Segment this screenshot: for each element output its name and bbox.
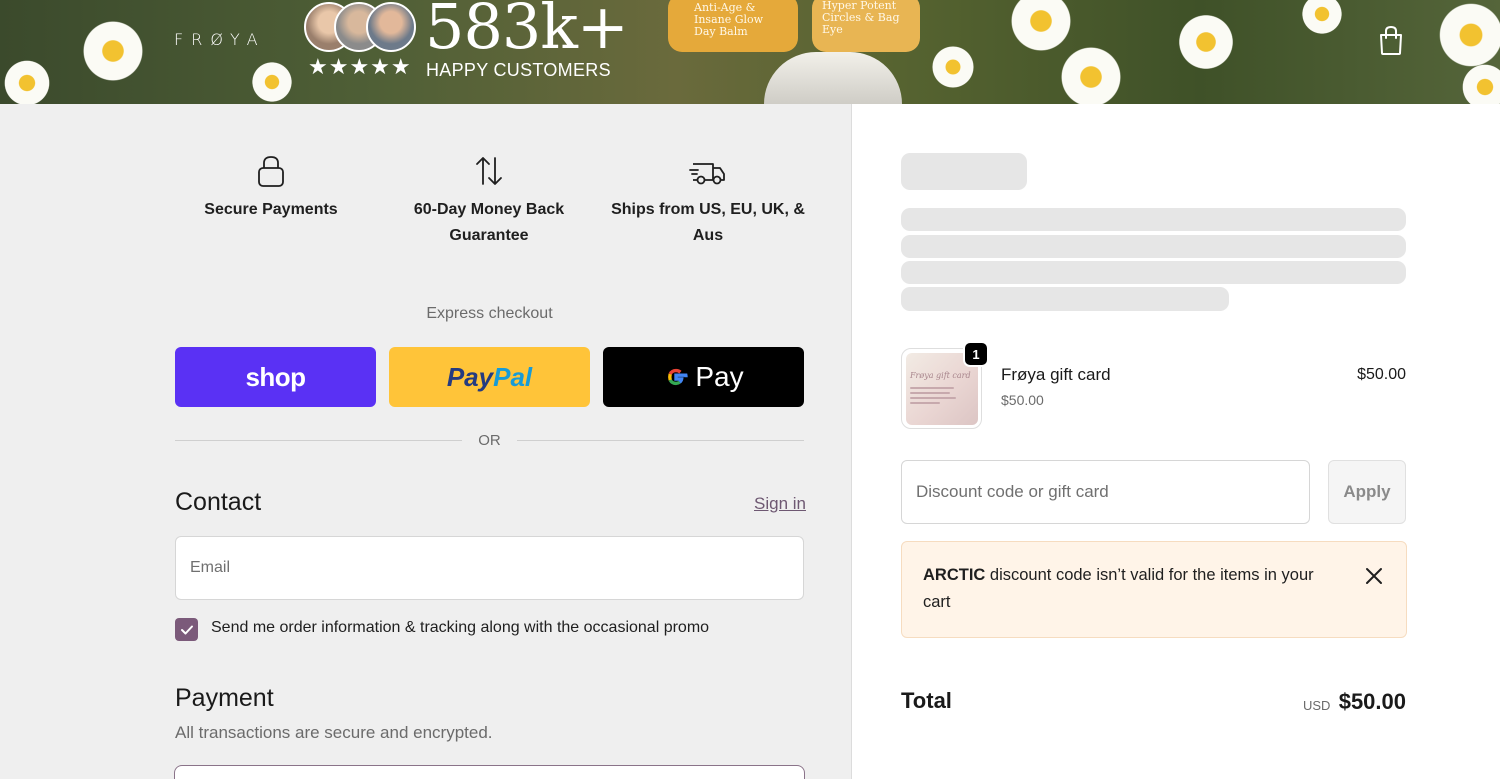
marketing-checkbox[interactable] xyxy=(175,618,198,641)
delivery-truck-icon xyxy=(689,163,725,185)
daisy-decoration xyxy=(1058,44,1124,104)
express-checkout-title: Express checkout xyxy=(426,305,553,322)
daisy-decoration xyxy=(1176,12,1236,72)
customer-count: 583k+ xyxy=(425,0,629,63)
discount-code-input[interactable] xyxy=(901,460,1310,524)
sign-in-link[interactable]: Sign in xyxy=(754,494,806,514)
paypal-button[interactable]: PayPal xyxy=(389,347,590,407)
paypal-label: PayPal xyxy=(446,361,533,392)
shop-pay-label: shop xyxy=(245,361,306,392)
feature-shipping: Ships from US, EU, UK, & Aus xyxy=(603,154,813,249)
daisy-decoration xyxy=(1300,0,1344,36)
or-label: OR xyxy=(478,432,501,449)
shopping-bag-icon[interactable] xyxy=(1376,24,1406,56)
loading-skeleton xyxy=(901,287,1229,311)
marketing-checkbox-label: Send me order information & tracking alo… xyxy=(211,619,710,636)
payment-method-box[interactable] xyxy=(174,765,805,779)
brand-logo[interactable]: FRØYA xyxy=(174,30,266,49)
loading-skeleton xyxy=(901,261,1406,284)
loading-skeleton xyxy=(901,208,1406,231)
shop-pay-button[interactable]: shop xyxy=(175,347,376,407)
product-jar-lid-image xyxy=(764,52,902,104)
daisy-decoration xyxy=(930,44,976,90)
feature-money-back: 60-Day Money Back Guarantee xyxy=(384,154,594,249)
payment-title: Payment xyxy=(175,684,274,712)
daisy-decoration xyxy=(250,60,294,104)
google-g-icon xyxy=(668,368,689,386)
daisy-decoration xyxy=(2,58,52,104)
contact-title: Contact xyxy=(175,488,262,516)
or-divider: OR xyxy=(175,430,804,450)
header-banner: Anti-Age & Insane Glow Day Balm Hyper Po… xyxy=(0,0,1500,104)
loading-skeleton xyxy=(901,235,1406,258)
close-icon[interactable] xyxy=(1362,564,1386,588)
daisy-decoration xyxy=(1008,0,1074,54)
feature-label: Ships from US, EU, UK, & Aus xyxy=(611,201,805,244)
daisy-decoration xyxy=(1436,0,1500,70)
order-summary: Frøya gift card 1 Frøya gift card $50.00… xyxy=(853,104,1500,779)
apply-button[interactable]: Apply xyxy=(1328,460,1406,524)
loading-skeleton xyxy=(901,153,1027,190)
quantity-badge: 1 xyxy=(963,341,989,367)
google-pay-label: Pay xyxy=(695,361,744,392)
alert-message: ARCTIC discount code isn’t valid for the… xyxy=(923,562,1333,616)
customer-avatars xyxy=(304,2,424,54)
payment-subtitle: All transactions are secure and encrypte… xyxy=(175,723,493,742)
checkmark-icon xyxy=(180,625,193,634)
item-name: Frøya gift card xyxy=(1001,365,1111,384)
checkout-main: Secure Payments 60-Day Money Back Guaran… xyxy=(0,104,852,779)
item-price: $50.00 xyxy=(1357,366,1406,383)
item-variant: $50.00 xyxy=(1001,392,1044,408)
total-currency: USD xyxy=(1303,698,1331,713)
happy-customers-label: HAPPY CUSTOMERS xyxy=(426,60,611,80)
email-field[interactable] xyxy=(175,536,804,600)
feature-label: Secure Payments xyxy=(204,201,338,218)
product-jar-image: Anti-Age & Insane Glow Day Balm xyxy=(668,0,798,52)
google-pay-button[interactable]: Pay xyxy=(603,347,804,407)
discount-code: ARCTIC xyxy=(923,566,986,584)
rating-stars: ★★★★★ xyxy=(308,54,412,79)
daisy-decoration xyxy=(80,18,146,84)
avatar xyxy=(366,2,416,52)
total-label: Total xyxy=(901,688,952,713)
discount-error-alert: ARCTIC discount code isn’t valid for the… xyxy=(901,541,1407,638)
total-amount: $50.00 xyxy=(1338,689,1406,714)
lock-icon xyxy=(258,156,284,187)
arrows-up-down-icon xyxy=(476,157,502,185)
feature-label: 60-Day Money Back Guarantee xyxy=(413,201,565,244)
product-jar-image: Hyper Potent Circles & Bag Eye xyxy=(812,0,920,52)
feature-secure-payments: Secure Payments xyxy=(166,154,376,223)
